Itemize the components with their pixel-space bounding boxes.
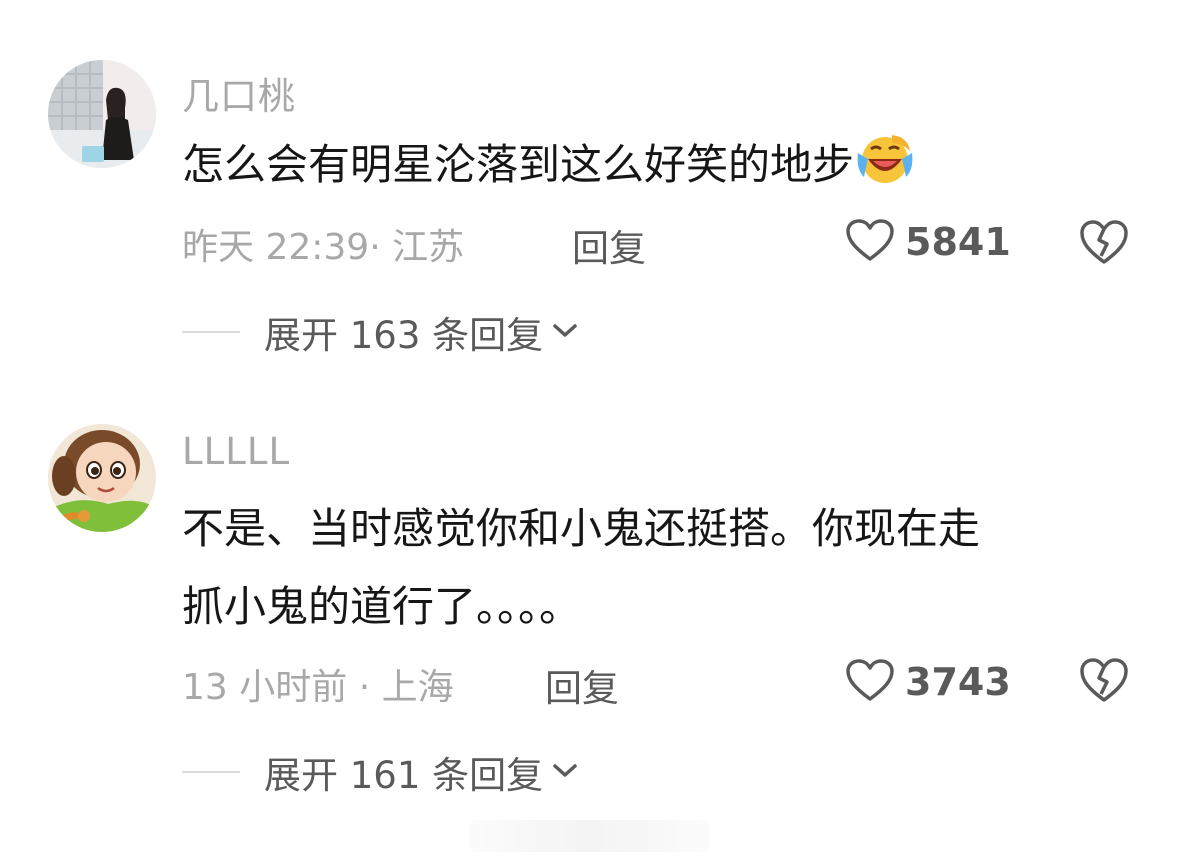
reply-button[interactable]: 回复: [572, 218, 646, 272]
comment-text-line: 抓小鬼的道行了。。。。: [182, 582, 582, 631]
heart-icon: [845, 658, 895, 706]
expand-replies-label: 展开 163 条回复: [264, 314, 544, 357]
like-count: 5841: [905, 220, 1011, 264]
username[interactable]: LLLLL: [182, 430, 290, 473]
like-button[interactable]: 3743: [845, 658, 1011, 706]
reply-button[interactable]: 回复: [545, 658, 619, 712]
divider-line: [182, 771, 240, 773]
comment-text-content: 怎么会有明星沦落到这么好笑的地步: [182, 140, 855, 189]
like-count: 3743: [905, 660, 1011, 704]
comment-text: 怎么会有明星沦落到这么好笑的地步: [182, 126, 914, 210]
expand-replies-label: 展开 161 条回复: [264, 754, 544, 797]
laughing-crying-face-icon: [856, 132, 914, 210]
comment-text-line: 不是、当时感觉你和小鬼还挺搭。你现在走: [182, 504, 981, 553]
comment-meta: 13 小时前 · 上海: [182, 667, 454, 708]
expand-replies[interactable]: 展开 161 条回复: [182, 745, 579, 799]
expand-replies[interactable]: 展开 163 条回复: [182, 305, 579, 359]
comment-meta: 昨天 22:39· 江苏: [182, 227, 465, 268]
heart-icon: [845, 218, 895, 266]
dislike-button[interactable]: [1078, 656, 1130, 708]
dislike-button[interactable]: [1078, 218, 1130, 270]
avatar[interactable]: [48, 424, 156, 532]
comment-list: 几口桃 怎么会有明星沦落到这么好笑的地步 昨天 22:39· 江苏 回复 584…: [0, 0, 1179, 865]
chevron-down-icon: [551, 760, 579, 784]
broken-heart-icon: [1078, 658, 1130, 708]
divider-line: [182, 331, 240, 333]
like-button[interactable]: 5841: [845, 218, 1011, 266]
avatar[interactable]: [48, 60, 156, 168]
username[interactable]: 几口桃: [182, 66, 296, 120]
chevron-down-icon: [551, 320, 579, 344]
broken-heart-icon: [1078, 220, 1130, 270]
comment-text: 不是、当时感觉你和小鬼还挺搭。你现在走 抓小鬼的道行了。。。。: [182, 490, 980, 646]
watermark-blur: [470, 820, 710, 852]
